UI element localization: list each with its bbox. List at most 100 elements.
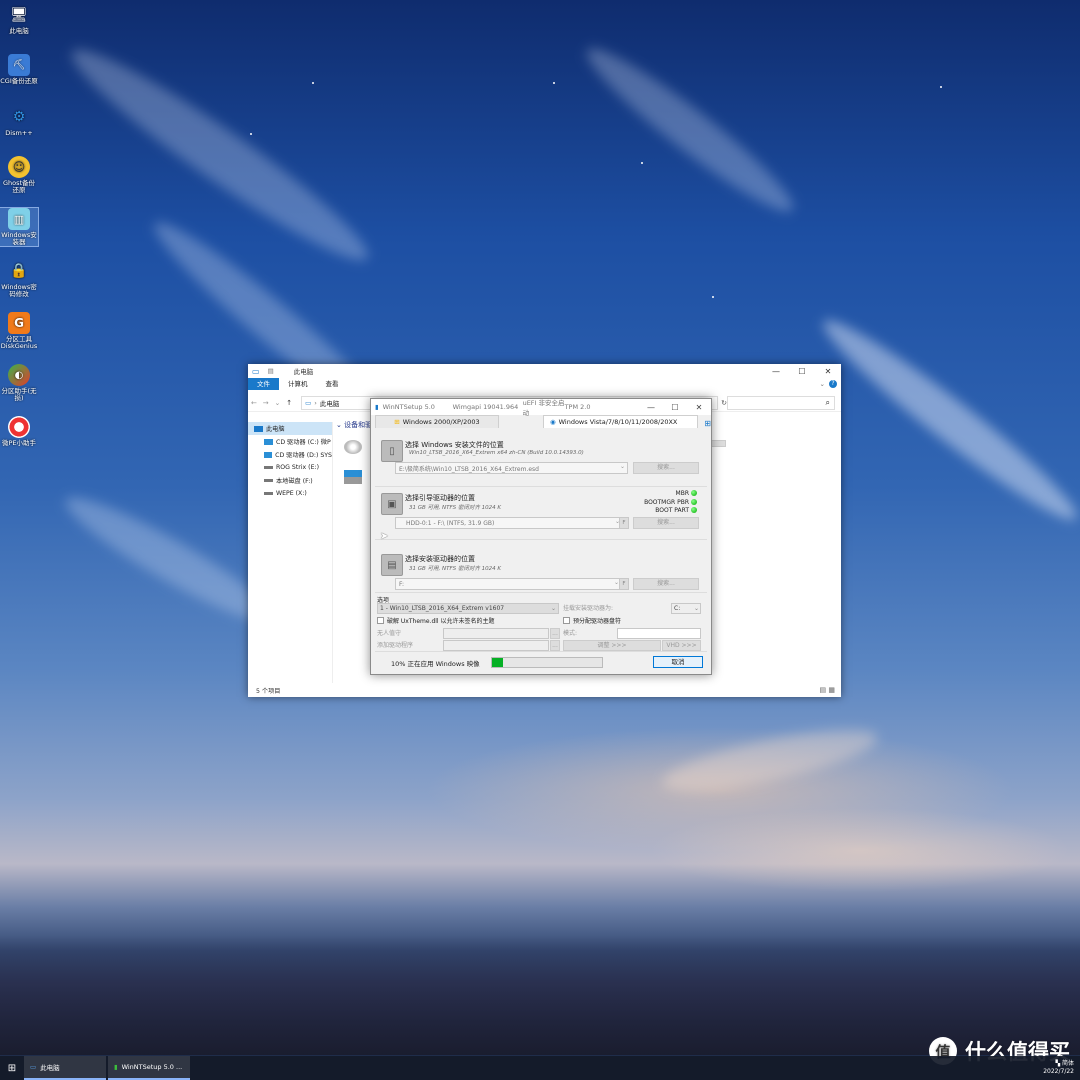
boot-indicators: MBR BOOTMGR PBR BOOT PART: [644, 490, 697, 516]
indicator-boot-part: BOOT PART: [644, 507, 697, 516]
taskbar-item-label: 此电脑: [40, 1064, 60, 1072]
forward-icon[interactable]: →: [260, 399, 272, 407]
app-icon: ▮: [114, 1063, 118, 1071]
install-search-button[interactable]: 搜索...: [633, 578, 699, 590]
tree-item-this-pc[interactable]: 此电脑: [248, 422, 332, 435]
boot-search-button[interactable]: 搜索...: [633, 517, 699, 529]
tab-computer[interactable]: 计算机: [279, 378, 317, 390]
cloud-streak: [658, 717, 882, 803]
tree-item-drive-d[interactable]: CD 驱动器 (D:) SYS: [248, 448, 332, 461]
vhd-button[interactable]: VHD >>>: [662, 640, 701, 651]
desktop-icon-ghost[interactable]: ☺ Ghost备份还原: [0, 156, 38, 194]
start-button[interactable]: ⊞: [0, 1063, 24, 1074]
minimize-button[interactable]: —: [639, 403, 663, 412]
group-header[interactable]: ⌄ 设备和驱: [336, 420, 372, 430]
computer-icon: 🖥: [10, 6, 28, 23]
desktop-icon-label: 分区工具DiskGenius: [0, 335, 38, 350]
chevron-down-icon[interactable]: ⌄: [820, 380, 825, 388]
view-toggle-icon[interactable]: ▤ ▦: [820, 686, 835, 694]
edition-select[interactable]: 1 - Win10_LTSB_2016_X64_Extrem v1607 ⌄: [377, 603, 559, 614]
install-drive-select[interactable]: F: ⌄: [395, 578, 622, 590]
taskbar-item-explorer[interactable]: ▭ 此电脑: [24, 1056, 106, 1080]
star: [312, 82, 314, 84]
desktop-icon-this-pc[interactable]: 🖥 此电脑: [0, 4, 38, 35]
progress-bar: [491, 657, 603, 668]
desktop-icon-label: 此电脑: [9, 27, 29, 35]
mount-drive-select[interactable]: C: ⌄: [671, 603, 701, 614]
tree-item-label: 此电脑: [266, 426, 285, 433]
tab-file[interactable]: 文件: [248, 378, 279, 390]
back-icon[interactable]: ←: [248, 399, 260, 407]
close-button[interactable]: ✕: [815, 367, 841, 376]
progress-fill: [492, 658, 503, 667]
tab-legacy-windows[interactable]: ⊞ Windows 2000/XP/2003: [375, 415, 499, 428]
uxtheme-option[interactable]: 破解 UxTheme.dll 以允许未签名的主题: [377, 616, 495, 625]
taskbar-item-winntsetup[interactable]: ▮ WinNTSetup 5.0 ...: [108, 1056, 190, 1080]
boot-drive-select[interactable]: HDD-0:1 - F:\ (NTFS, 31.9 GB) ⌄: [395, 517, 623, 529]
maximize-button[interactable]: ☐: [789, 367, 815, 376]
cancel-button[interactable]: 取消: [653, 656, 703, 668]
quick-access-icon[interactable]: ▤: [268, 367, 274, 375]
cd-drive-icon[interactable]: [344, 440, 362, 454]
maximize-button[interactable]: ☐: [663, 403, 687, 412]
tpm-version: TPM 2.0: [564, 403, 591, 411]
chevron-down-icon: ⌄: [550, 605, 556, 612]
desktop-icon-label: Ghost备份还原: [2, 179, 36, 194]
minimize-button[interactable]: —: [763, 367, 789, 376]
desktop-icon-wepe-helper[interactable]: 微PE小助手: [0, 416, 38, 447]
install-format-button[interactable]: F: [619, 578, 629, 590]
tree-item-drive-x[interactable]: WEPE (X:): [248, 487, 332, 500]
search-input[interactable]: ⌕: [726, 396, 835, 410]
tab-view[interactable]: 查看: [317, 378, 348, 390]
explorer-title: 此电脑: [293, 368, 314, 376]
desktop-icon-diskgenius[interactable]: G 分区工具DiskGenius: [0, 312, 38, 350]
boot-format-button[interactable]: F: [619, 517, 629, 529]
cloud-streak: [811, 305, 1080, 535]
desktop-icon-dism[interactable]: ⚙ Dism++: [0, 106, 38, 137]
indicator-mbr: MBR: [644, 490, 697, 499]
desktop-icon-password[interactable]: 🔒 Windows密码修改: [0, 260, 38, 298]
lifebuoy-icon: [8, 416, 30, 438]
help-icon[interactable]: ?: [829, 380, 837, 388]
ribbon: 文件 计算机 查看 ⌄ ?: [248, 378, 841, 390]
star: [712, 296, 714, 298]
source-search-button[interactable]: 搜索...: [633, 462, 699, 474]
install-drive-info: 31 GB 可用, NTFS 密闭对齐 1024 K: [409, 566, 502, 572]
desktop-icon-partition-assistant[interactable]: ◐ 分区助手(无损): [0, 364, 38, 402]
unattended-browse-button[interactable]: ...: [550, 628, 560, 639]
drivers-select[interactable]: [443, 640, 549, 651]
recent-dropdown-icon[interactable]: ⌄: [272, 399, 284, 407]
desktop-icon-label: Windows密码修改: [1, 283, 37, 298]
windows-drive-icon[interactable]: [344, 470, 362, 484]
ime-indicator[interactable]: ▚ 简体: [1043, 1060, 1074, 1068]
group-header-label: 设备和驱: [344, 421, 373, 429]
tab-modern-windows[interactable]: ◉ Windows Vista/7/8/10/11/2008/20XX: [542, 415, 699, 428]
desktop-icon-cgi[interactable]: ⛏ CGI备份还原: [0, 54, 38, 85]
progress-status: 10% 正在应用 Windows 映像: [391, 660, 480, 668]
app-icon: ▮: [375, 403, 379, 411]
shoreline-rocks: [0, 935, 1080, 1055]
tree-item-drive-f[interactable]: 本地磁盘 (F:): [248, 474, 332, 487]
tree-item-drive-e[interactable]: ROG Strix (E:): [248, 461, 332, 474]
drivers-browse-button[interactable]: ...: [550, 640, 560, 651]
mode-select[interactable]: [617, 628, 701, 639]
tweaks-button[interactable]: 调整 >>>: [563, 640, 661, 651]
desktop-icon-label: Dism++: [5, 129, 33, 137]
boot-drive-value: HDD-0:1 - F:\ (NTFS, 31.9 GB): [406, 519, 495, 527]
clock-date[interactable]: 2022/7/22: [1043, 1068, 1074, 1076]
tree-item-label: WEPE (X:): [276, 490, 307, 497]
unattended-select[interactable]: [443, 628, 549, 639]
tree-item-drive-c[interactable]: CD 驱动器 (C:) 微P: [248, 435, 332, 448]
winntsetup-titlebar[interactable]: ▮ WinNTSetup 5.0 Wimgapi 19041.964 uEFI …: [371, 399, 711, 417]
up-icon[interactable]: ↑: [283, 399, 295, 407]
windows-orb-icon: ◉: [549, 418, 556, 426]
source-path-select[interactable]: E:\极简系统\Win10_LTSB_2016_X64_Extrem.esd ⌄: [395, 462, 628, 474]
checkbox[interactable]: [563, 617, 570, 624]
explorer-titlebar[interactable]: ▭ ▤ 此电脑 — ☐ ✕: [248, 364, 841, 378]
close-button[interactable]: ✕: [687, 403, 711, 412]
winntsetup-window[interactable]: ▮ WinNTSetup 5.0 Wimgapi 19041.964 uEFI …: [370, 398, 712, 675]
checkbox[interactable]: [377, 617, 384, 624]
prealloc-option[interactable]: 预分配驱动器盘符: [563, 616, 621, 625]
source-section: ▯ 选择 Windows 安装文件的位置 Win10_LTSB_2016_X64…: [375, 434, 707, 487]
desktop-icon-windows-installer[interactable]: ▥ Windows安装器: [0, 207, 39, 247]
